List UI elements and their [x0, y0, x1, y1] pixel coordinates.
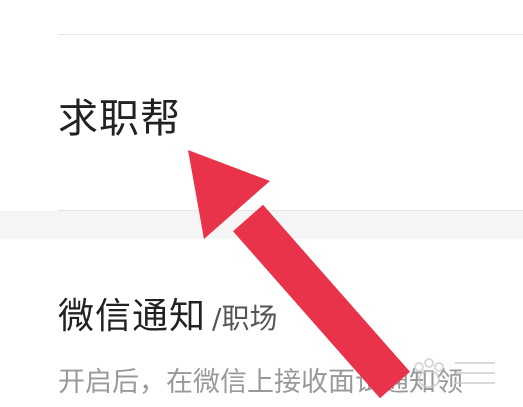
settings-screen: 求职帮 微信通知/职场 开启后，在微信上接收面试通知领 [0, 0, 523, 407]
notification-title-main: 微信通知 [58, 296, 207, 337]
notification-description: 开启后，在微信上接收面试通知领 [58, 367, 463, 398]
menu-item-label: 求职帮 [58, 96, 181, 142]
notification-title: 微信通知/职场 [58, 299, 277, 335]
menu-item-job-help[interactable]: 求职帮 [0, 35, 523, 210]
section-gap [0, 211, 523, 239]
wechat-notification-row[interactable]: 微信通知/职场 开启后，在微信上接收面试通知领 [0, 239, 523, 407]
notification-title-sub: /职场 [212, 302, 278, 335]
